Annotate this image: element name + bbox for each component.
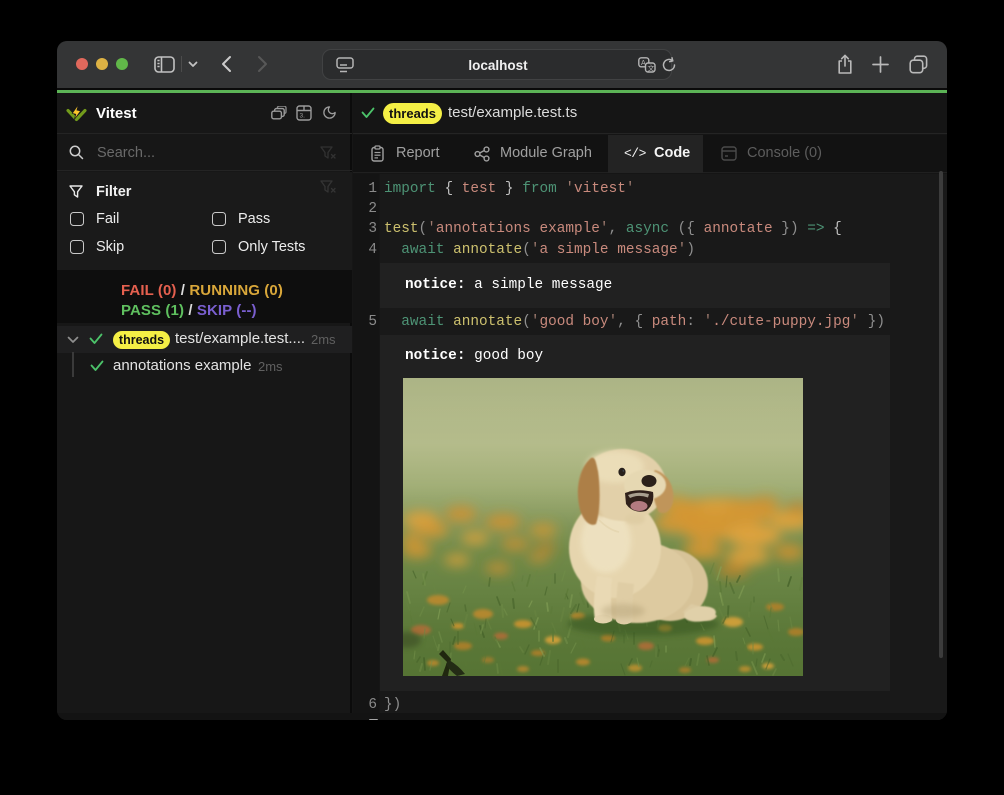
svg-text:文: 文 — [648, 63, 655, 72]
svg-text:3.: 3. — [300, 113, 306, 120]
